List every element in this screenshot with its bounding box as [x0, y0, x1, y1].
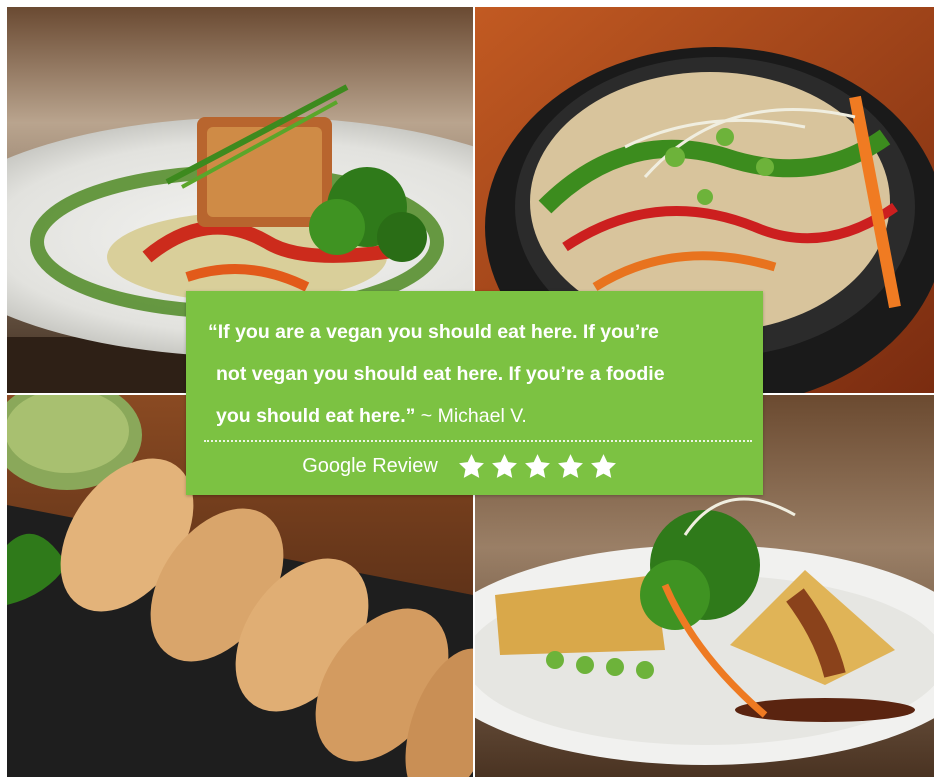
star-icon [458, 454, 484, 478]
review-source: Google Review [302, 455, 438, 477]
quote-line-3: you should eat here.” ~ Michael V. [208, 395, 733, 437]
star-icon [590, 454, 616, 478]
star-icon [491, 454, 517, 478]
star-icon [524, 454, 550, 478]
review-author: ~ Michael V. [415, 405, 527, 427]
review-collage: “If you are a vegan you should eat here.… [0, 0, 934, 777]
star-icon [557, 454, 583, 478]
review-quote: “If you are a vegan you should eat here.… [208, 311, 733, 437]
quote-line-3-text: you should eat here.” [216, 405, 416, 427]
quote-line-2: not vegan you should eat here. If you’re… [216, 363, 665, 385]
star-rating [456, 452, 619, 481]
review-card: “If you are a vegan you should eat here.… [186, 291, 763, 495]
dotted-divider [204, 440, 752, 442]
review-source-row: Google Review [208, 452, 733, 481]
quote-line-1: “If you are a vegan you should eat here.… [208, 321, 659, 343]
